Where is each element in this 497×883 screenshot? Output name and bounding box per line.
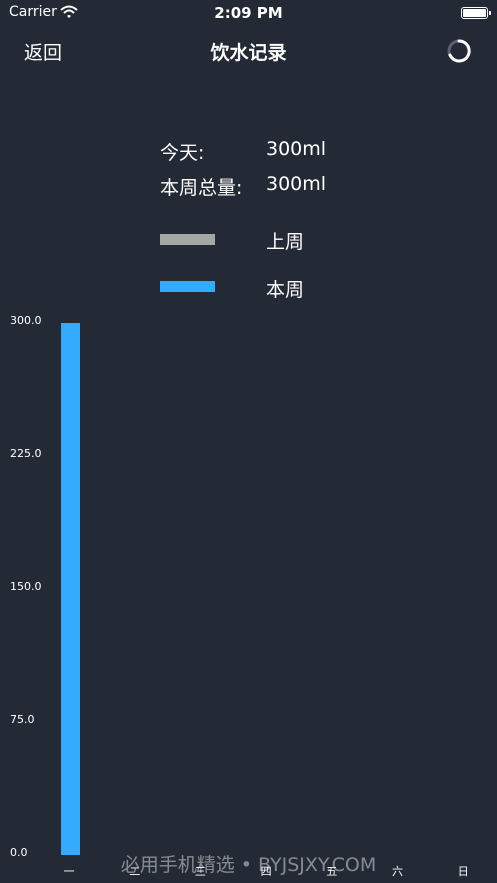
status-bar: Carrier 2:09 PM bbox=[0, 0, 497, 26]
y-tick-label: 150.0 bbox=[10, 580, 42, 593]
page-title: 饮水记录 bbox=[210, 42, 287, 64]
today-label: 今天: bbox=[160, 142, 205, 164]
today-value: 300ml bbox=[266, 138, 327, 160]
water-intake-chart: 0.0 75.0 150.0 225.0 300.0 一二三四五六日 bbox=[0, 300, 497, 883]
battery-icon bbox=[461, 7, 488, 19]
legend-last-week-label: 上周 bbox=[266, 231, 305, 253]
status-time: 2:09 PM bbox=[214, 4, 283, 22]
legend-this-week-swatch bbox=[160, 281, 215, 292]
y-tick-label: 75.0 bbox=[10, 713, 35, 726]
week-total-value: 300ml bbox=[266, 173, 327, 195]
legend-last-week-swatch bbox=[160, 234, 215, 245]
watermark-text: 必用手机精选 • BYJSJXY.COM bbox=[120, 854, 377, 876]
battery-cap bbox=[489, 11, 491, 15]
y-tick-label: 225.0 bbox=[10, 447, 42, 460]
legend-this-week-label: 本周 bbox=[266, 279, 305, 301]
week-total-label: 本周总量: bbox=[160, 177, 243, 199]
loading-spinner-icon bbox=[446, 38, 472, 64]
y-tick-label: 300.0 bbox=[10, 314, 42, 327]
bar-一 bbox=[60, 323, 80, 855]
